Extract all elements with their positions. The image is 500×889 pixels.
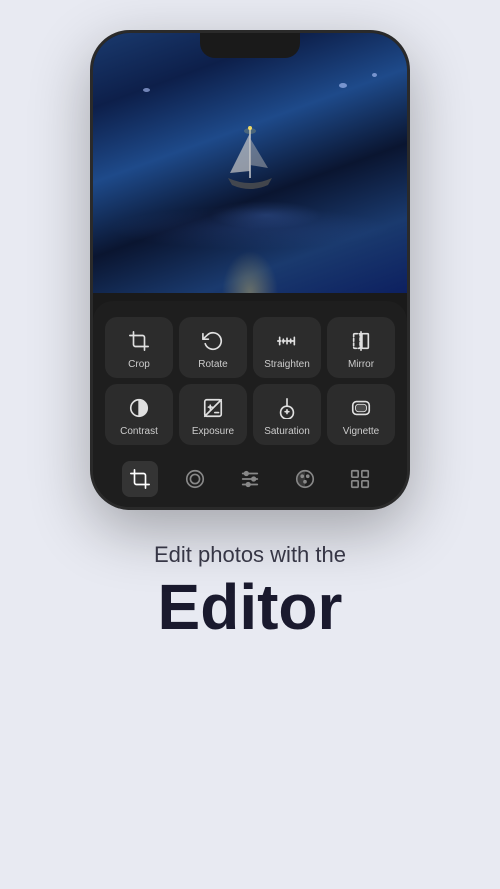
- nav-color[interactable]: [287, 461, 323, 497]
- saturation-label: Saturation: [264, 426, 310, 437]
- crop-label: Crop: [128, 359, 150, 370]
- contrast-label: Contrast: [120, 426, 158, 437]
- subtitle: Edit photos with the: [154, 542, 346, 568]
- exposure-tool[interactable]: Exposure: [179, 384, 247, 445]
- nav-grid[interactable]: [342, 461, 378, 497]
- vignette-tool[interactable]: Vignette: [327, 384, 395, 445]
- contrast-icon: [125, 394, 153, 422]
- crop-tool[interactable]: Crop: [105, 317, 173, 378]
- vignette-label: Vignette: [343, 426, 380, 437]
- nav-filter[interactable]: [177, 461, 213, 497]
- bottom-text: Edit photos with the Editor: [134, 542, 366, 642]
- rotate-icon: [199, 327, 227, 355]
- contrast-tool[interactable]: Contrast: [105, 384, 173, 445]
- mirror-icon: [347, 327, 375, 355]
- saturation-tool[interactable]: Saturation: [253, 384, 321, 445]
- bottom-nav: [105, 457, 395, 497]
- vignette-icon: [347, 394, 375, 422]
- distant-boat-2: [372, 73, 377, 77]
- straighten-tool[interactable]: Straighten: [253, 317, 321, 378]
- distant-boat-3: [143, 88, 150, 92]
- photo-area: [93, 33, 407, 293]
- rotate-label: Rotate: [198, 359, 227, 370]
- phone-frame: Crop Rotate: [90, 30, 410, 510]
- distant-boat-1: [339, 83, 347, 88]
- mirror-tool[interactable]: Mirror: [327, 317, 395, 378]
- nav-crop[interactable]: [122, 461, 158, 497]
- rotate-tool[interactable]: Rotate: [179, 317, 247, 378]
- crop-icon: [125, 327, 153, 355]
- main-title: Editor: [154, 572, 346, 642]
- exposure-label: Exposure: [192, 426, 234, 437]
- boat-illustration: [220, 123, 280, 203]
- phone-notch: [200, 33, 300, 58]
- straighten-icon: [273, 327, 301, 355]
- mirror-label: Mirror: [348, 359, 374, 370]
- saturation-icon: [273, 394, 301, 422]
- straighten-label: Straighten: [264, 359, 310, 370]
- exposure-icon: [199, 394, 227, 422]
- nav-adjust[interactable]: [232, 461, 268, 497]
- light-reflection: [210, 213, 290, 293]
- toolbar-panel: Crop Rotate: [93, 301, 407, 507]
- tool-grid: Crop Rotate: [105, 317, 395, 445]
- phone-mockup: Crop Rotate: [90, 30, 410, 510]
